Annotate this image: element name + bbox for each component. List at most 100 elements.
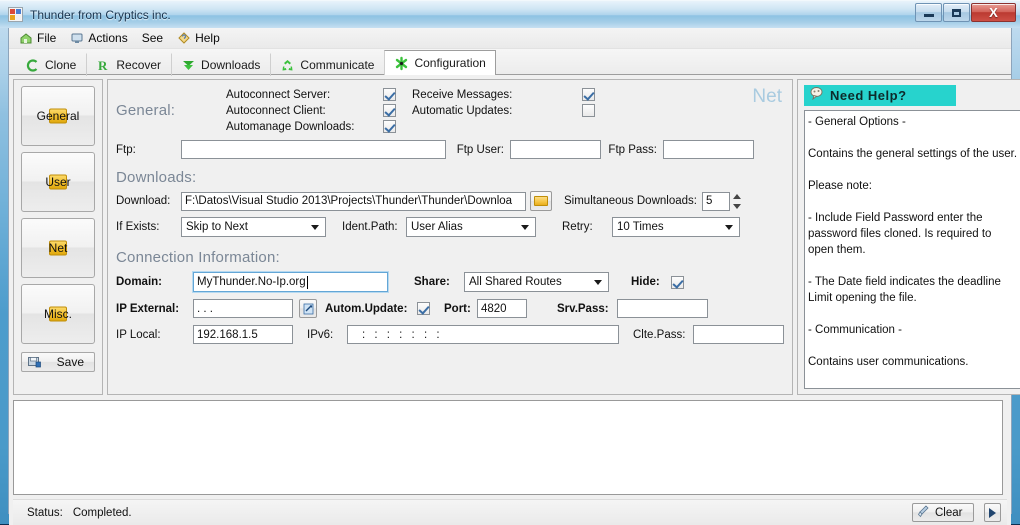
- green-down-arrow-icon: [181, 58, 196, 73]
- status-bar: Status: Completed. Clear: [13, 499, 1007, 525]
- hide-checkbox[interactable]: [671, 275, 684, 289]
- svg-text:R: R: [98, 58, 108, 73]
- log-output-area[interactable]: [13, 400, 1003, 495]
- ipv6-input[interactable]: : : : : : : :: [347, 325, 619, 344]
- status-label: Status:: [27, 506, 63, 519]
- downloads-section-title: Downloads:: [116, 169, 197, 186]
- share-label: Share:: [414, 276, 450, 288]
- browse-folder-button[interactable]: [530, 191, 552, 211]
- simultaneous-downloads-input[interactable]: 5: [701, 191, 730, 211]
- ip-refresh-button[interactable]: [299, 299, 317, 318]
- automanage-downloads-checkbox[interactable]: [383, 120, 396, 133]
- menu-item-help[interactable]: Help: [173, 29, 230, 47]
- tab-configuration[interactable]: Configuration: [384, 50, 496, 75]
- tab-label: Downloads: [201, 58, 261, 72]
- broom-icon: [917, 504, 930, 521]
- help-panel: Need Help? - General Options - Contains …: [797, 79, 1020, 395]
- receive-messages-checkbox[interactable]: [582, 88, 595, 101]
- tab-recover[interactable]: R Recover: [86, 53, 171, 76]
- domain-label: Domain:: [116, 276, 162, 288]
- minimize-icon: [923, 14, 934, 17]
- clte-pass-input[interactable]: [693, 325, 784, 344]
- chevron-down-icon: [725, 225, 733, 230]
- menu-item-actions[interactable]: Actions: [66, 29, 137, 47]
- menu-label: See: [141, 31, 164, 45]
- clear-button[interactable]: Clear: [912, 503, 974, 522]
- share-select[interactable]: All Shared Routes: [464, 272, 609, 292]
- application-window: Thunder from Cryptics inc. X File Action…: [0, 0, 1020, 525]
- main-body: General User Net Misc. Save Net General:…: [9, 75, 1020, 525]
- sidebar-item-net[interactable]: Net: [21, 218, 95, 278]
- menu-item-file[interactable]: File: [15, 29, 66, 47]
- retry-label: Retry:: [562, 221, 593, 233]
- play-icon: [989, 507, 996, 518]
- sidebar-item-label: General: [36, 109, 80, 123]
- tab-communicate[interactable]: Communicate: [270, 53, 384, 76]
- maximize-button[interactable]: [943, 3, 970, 22]
- green-asterisk-icon: [394, 56, 409, 71]
- download-path-label: Download:: [116, 195, 171, 207]
- sidebar-item-misc[interactable]: Misc.: [21, 284, 95, 344]
- autoconnect-client-checkbox[interactable]: [383, 104, 396, 117]
- simultaneous-downloads-label: Simultaneous Downloads:: [564, 195, 697, 207]
- tab-label: Configuration: [414, 56, 486, 70]
- tab-clone[interactable]: Clone: [15, 53, 86, 76]
- port-input[interactable]: 4820: [477, 299, 527, 318]
- close-button[interactable]: X: [971, 3, 1016, 22]
- retry-select[interactable]: 10 Times: [612, 217, 740, 237]
- help-header: Need Help?: [804, 85, 956, 106]
- simultaneous-downloads-stepper[interactable]: [730, 191, 744, 211]
- ip-external-input[interactable]: . . .: [193, 299, 293, 318]
- autoconnect-server-checkbox[interactable]: [383, 88, 396, 101]
- automatic-updates-checkbox[interactable]: [582, 104, 595, 117]
- stepper-down-icon[interactable]: [732, 203, 741, 209]
- ftp-user-label: Ftp User:: [456, 143, 504, 156]
- next-button[interactable]: [984, 503, 1001, 522]
- ftp-pass-input[interactable]: [663, 140, 754, 159]
- autom-update-checkbox[interactable]: [417, 302, 430, 315]
- if-exists-label: If Exists:: [116, 221, 160, 233]
- tab-strip: Clone R Recover Downloads Communicate Co…: [9, 49, 1011, 76]
- client-area: File Actions See Help Clone R Recover Do…: [8, 28, 1020, 525]
- if-exists-select[interactable]: Skip to Next: [181, 217, 326, 237]
- save-button-label: Save: [56, 355, 84, 369]
- ipv6-label: IPv6:: [307, 328, 334, 341]
- menu-label: File: [37, 31, 57, 45]
- autom-update-label: Autom.Update:: [325, 302, 408, 315]
- minimize-button[interactable]: [915, 3, 942, 22]
- ip-external-label: IP External:: [116, 302, 180, 315]
- tab-downloads[interactable]: Downloads: [171, 53, 270, 76]
- menu-item-see[interactable]: See: [138, 29, 173, 47]
- help-balloon-icon: [810, 86, 825, 105]
- close-icon: X: [989, 5, 998, 20]
- srv-pass-input[interactable]: [617, 299, 708, 318]
- domain-input[interactable]: MyThunder.No-Ip.org: [192, 271, 389, 293]
- chevron-down-icon: [311, 225, 319, 230]
- ident-path-select[interactable]: User Alias: [406, 217, 536, 237]
- ip-local-input[interactable]: 192.168.1.5: [193, 325, 293, 344]
- ip-local-label: IP Local:: [116, 328, 161, 341]
- chevron-down-icon: [594, 280, 602, 285]
- house-icon: [19, 31, 33, 45]
- menu-bar: File Actions See Help: [9, 28, 1011, 49]
- stepper-up-icon[interactable]: [732, 193, 741, 199]
- app-tiles-icon: [8, 6, 24, 23]
- ftp-input[interactable]: [181, 140, 446, 159]
- connection-section-title: Connection Information:: [116, 249, 280, 266]
- general-section-title: General:: [116, 102, 176, 119]
- tab-label: Recover: [116, 58, 162, 72]
- download-path-input[interactable]: F:\Datos\Visual Studio 2013\Projects\Thu…: [181, 191, 526, 211]
- sidebar-item-user[interactable]: User: [21, 152, 95, 212]
- share-value: All Shared Routes: [469, 276, 562, 288]
- title-bar: Thunder from Cryptics inc. X: [0, 0, 1020, 28]
- hide-label: Hide:: [631, 276, 660, 288]
- folder-icon: [534, 196, 548, 206]
- settings-sidebar: General User Net Misc. Save: [13, 79, 103, 395]
- menu-label: Help: [195, 31, 220, 45]
- ftp-user-input[interactable]: [510, 140, 601, 159]
- menu-label: Actions: [88, 31, 128, 45]
- r-letter-icon: R: [96, 58, 111, 73]
- save-button[interactable]: Save: [21, 352, 95, 372]
- sidebar-item-general[interactable]: General: [21, 86, 95, 146]
- recycle-icon: [280, 58, 295, 73]
